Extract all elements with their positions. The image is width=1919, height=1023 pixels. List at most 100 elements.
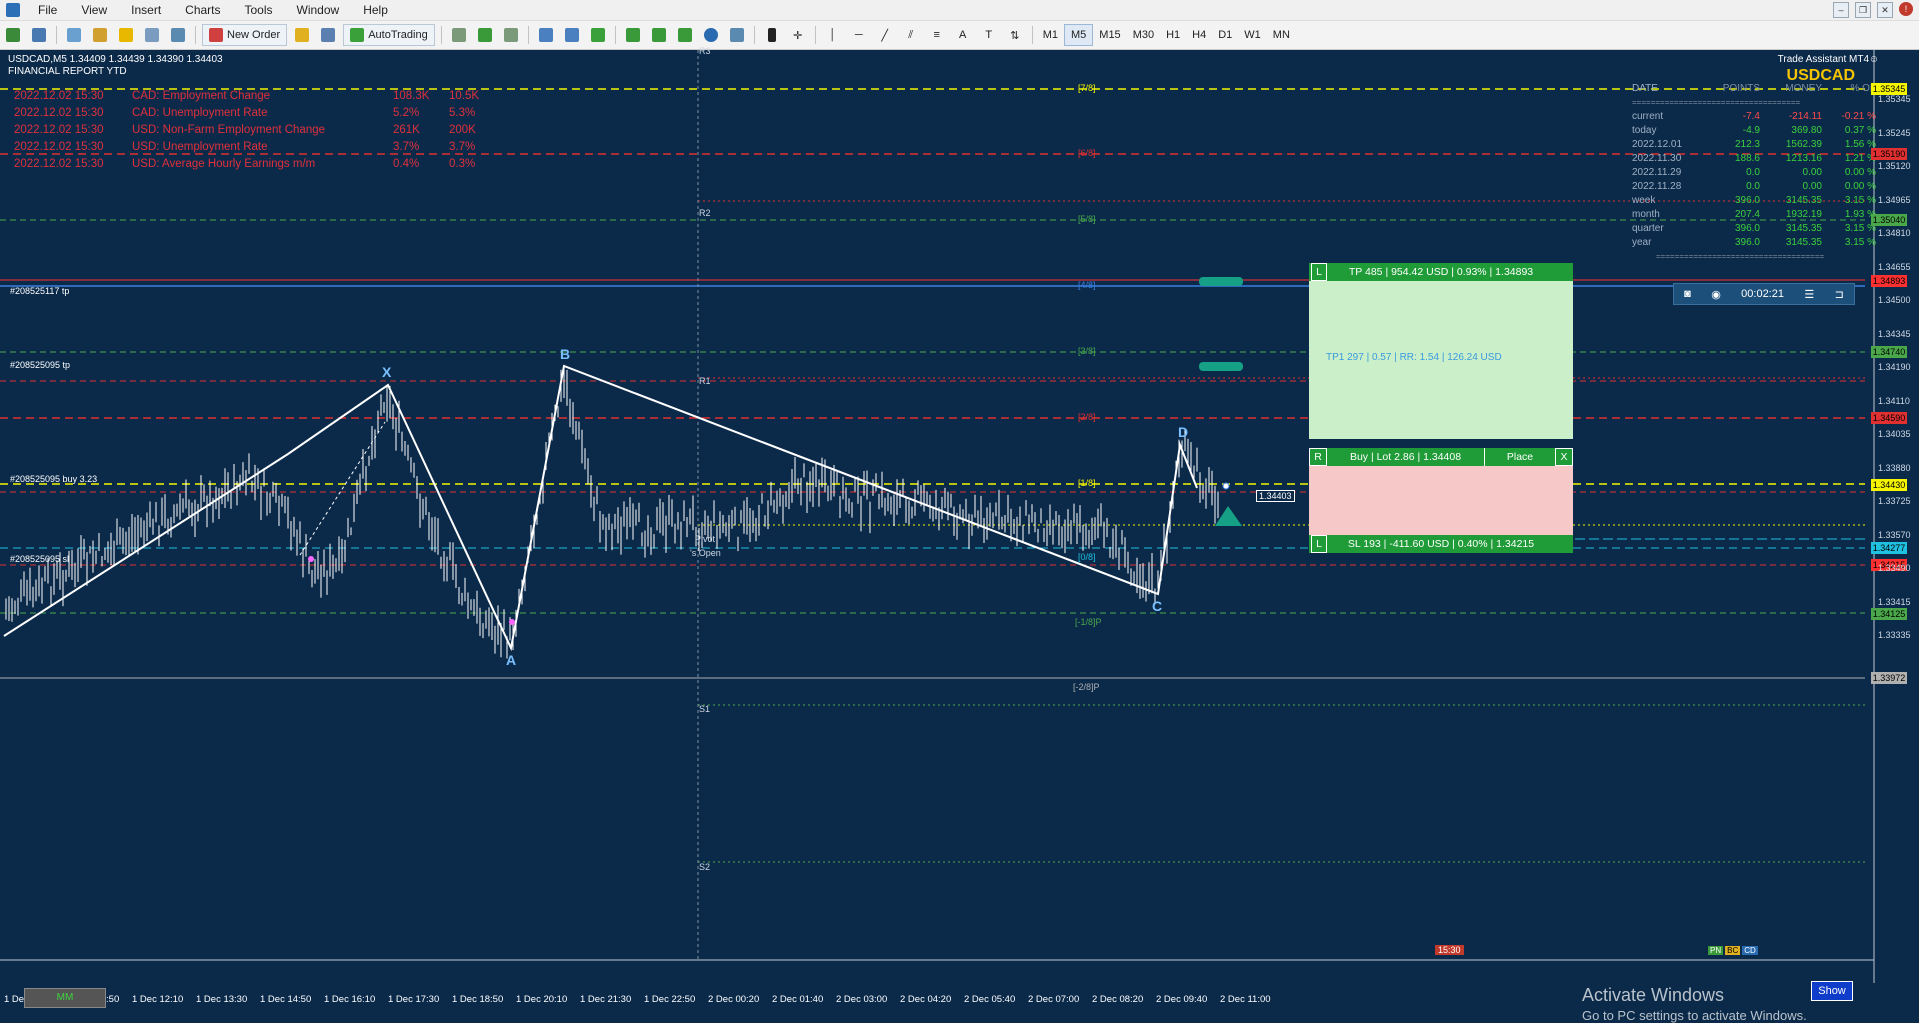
trendline-button[interactable]: ╱ [874, 24, 896, 46]
stop-loss-zone[interactable] [1309, 465, 1573, 535]
sl-lock-button[interactable]: L [1311, 535, 1327, 553]
tester-button[interactable] [167, 24, 189, 46]
autotrading-button[interactable]: AutoTrading [343, 24, 435, 46]
menu-icon[interactable]: ☰ [1804, 288, 1814, 301]
collapse-icon[interactable]: ⊐ [1835, 288, 1844, 301]
menu-window[interactable]: Window [285, 3, 352, 17]
tp-lock-button[interactable]: L [1311, 263, 1327, 281]
mm-button[interactable]: MM [24, 988, 106, 1008]
cursor-button[interactable] [761, 24, 783, 46]
metaeditor-button[interactable] [291, 24, 313, 46]
new-chart-button[interactable] [2, 24, 24, 46]
stats-points: 212.3 [1734, 139, 1760, 150]
tf-mn[interactable]: MN [1267, 25, 1296, 45]
new-order-button[interactable]: New Order [202, 24, 288, 46]
news-actual: 0.4% [393, 158, 420, 170]
pattern-dashed-line [299, 421, 386, 556]
mini-button[interactable]: PN [1708, 946, 1724, 955]
price-axis-label: 1.34655 [1878, 261, 1911, 272]
market-watch-button[interactable] [63, 24, 85, 46]
pattern-point-b: B [560, 346, 571, 362]
templates-button[interactable] [726, 24, 748, 46]
profiles-button[interactable] [28, 24, 50, 46]
pivot-r3-label: R3 [699, 46, 711, 56]
tf-m5[interactable]: M5 [1064, 24, 1094, 46]
news-event: CAD: Unemployment Rate [132, 107, 268, 119]
channel-button[interactable]: ⫽ [900, 24, 922, 46]
stats-header-row: DATE POINTS MONEY % OF [1632, 82, 1876, 96]
signals-button[interactable] [317, 24, 339, 46]
tp1-marker-pill[interactable] [1199, 362, 1243, 371]
price-tag: 1.34125 [1871, 608, 1907, 620]
terminal-button[interactable] [141, 24, 163, 46]
menu-tools[interactable]: Tools [233, 3, 285, 17]
buy-label[interactable]: Buy | Lot 2.86 | 1.34408 [1327, 448, 1484, 466]
mini-button[interactable]: BC [1725, 946, 1741, 955]
close-order-button[interactable]: X [1555, 448, 1573, 466]
autotrading-icon [350, 28, 365, 42]
menu-file[interactable]: File [26, 3, 69, 17]
stats-pct: 3.15 % [1844, 223, 1876, 234]
vertical-line-button[interactable]: │ [822, 24, 844, 46]
tp-marker-pill[interactable] [1199, 277, 1243, 286]
mini-button[interactable]: CD [1742, 946, 1758, 955]
line-chart-button[interactable] [500, 24, 522, 46]
bar-chart-button[interactable] [448, 24, 470, 46]
horizontal-line-icon: ─ [854, 29, 863, 41]
stats-row: month 207.4 1932.19 1.93 % [1632, 208, 1876, 222]
menu-charts[interactable]: Charts [173, 3, 232, 17]
tp-bar[interactable]: L TP 485 | 954.42 USD | 0.93% | 1.34893 [1309, 263, 1573, 281]
close-icon[interactable]: ✕ [1877, 2, 1893, 18]
horizontal-line-button[interactable]: ─ [848, 24, 870, 46]
price-axis-label: 1.33335 [1878, 630, 1911, 640]
tf-m1[interactable]: M1 [1037, 25, 1064, 45]
price-chart[interactable]: USDCAD,M5 1.34409 1.34439 1.34390 1.3440… [0, 46, 1919, 1023]
stats-pct: 1.56 % [1844, 139, 1876, 150]
data-window-button[interactable] [89, 24, 111, 46]
reverse-button[interactable]: R [1309, 448, 1327, 466]
stats-money: 1213.16 [1785, 153, 1822, 164]
tf-d1[interactable]: D1 [1212, 25, 1238, 45]
stats-pct: 3.15 % [1844, 195, 1876, 206]
restore-icon[interactable]: ❐ [1855, 2, 1871, 18]
pivot-label: Pivot [695, 534, 716, 544]
menu-view[interactable]: View [69, 3, 119, 17]
chart-shift-button[interactable] [648, 24, 670, 46]
zoom-in-button[interactable] [535, 24, 557, 46]
price-axis-label: 1.34345 [1878, 328, 1911, 339]
tp-panel: L TP 485 | 954.42 USD | 0.93% | 1.34893 [1309, 263, 1573, 281]
arrows-button[interactable]: ⇅ [1004, 24, 1026, 46]
tile-windows-button[interactable] [587, 24, 609, 46]
autoscroll-button[interactable] [622, 24, 644, 46]
menu-insert[interactable]: Insert [119, 3, 173, 17]
tf-h4[interactable]: H4 [1186, 25, 1212, 45]
zoom-out-button[interactable] [561, 24, 583, 46]
tf-m30[interactable]: M30 [1127, 25, 1160, 45]
stats-header-cell: POINTS [1722, 83, 1760, 94]
fibonacci-button[interactable]: ≡ [926, 24, 948, 46]
autotrading-label: AutoTrading [368, 29, 428, 41]
eye-icon[interactable]: ◉ [1711, 288, 1721, 301]
text-button[interactable]: A [952, 24, 974, 46]
stats-row: year 396.0 3145.35 3.15 % [1632, 236, 1876, 250]
trade-assistant-icon[interactable]: ☺ [1869, 54, 1879, 65]
crosshair-button[interactable]: ✛ [787, 24, 809, 46]
tf-w1[interactable]: W1 [1238, 25, 1267, 45]
alert-icon[interactable]: ! [1899, 2, 1913, 16]
camera-icon[interactable]: ◙ [1684, 288, 1691, 300]
menu-help[interactable]: Help [351, 3, 400, 17]
bar-chart-icon [451, 28, 466, 42]
show-button[interactable]: Show [1811, 981, 1853, 1001]
minimize-icon[interactable]: – [1833, 2, 1849, 18]
navigator-button[interactable] [115, 24, 137, 46]
tf-h1[interactable]: H1 [1160, 25, 1186, 45]
periods-button[interactable] [700, 24, 722, 46]
candle-chart-button[interactable] [474, 24, 496, 46]
place-button[interactable]: Place [1484, 448, 1555, 466]
price-axis-label: 1.34810 [1878, 228, 1911, 238]
indicators-button[interactable] [674, 24, 696, 46]
stats-money: 1932.19 [1785, 209, 1822, 220]
text-label-button[interactable]: T [978, 24, 1000, 46]
tf-m15[interactable]: M15 [1093, 25, 1126, 45]
sl-bar[interactable]: L SL 193 | -411.60 USD | 0.40% | 1.34215 [1309, 535, 1573, 553]
